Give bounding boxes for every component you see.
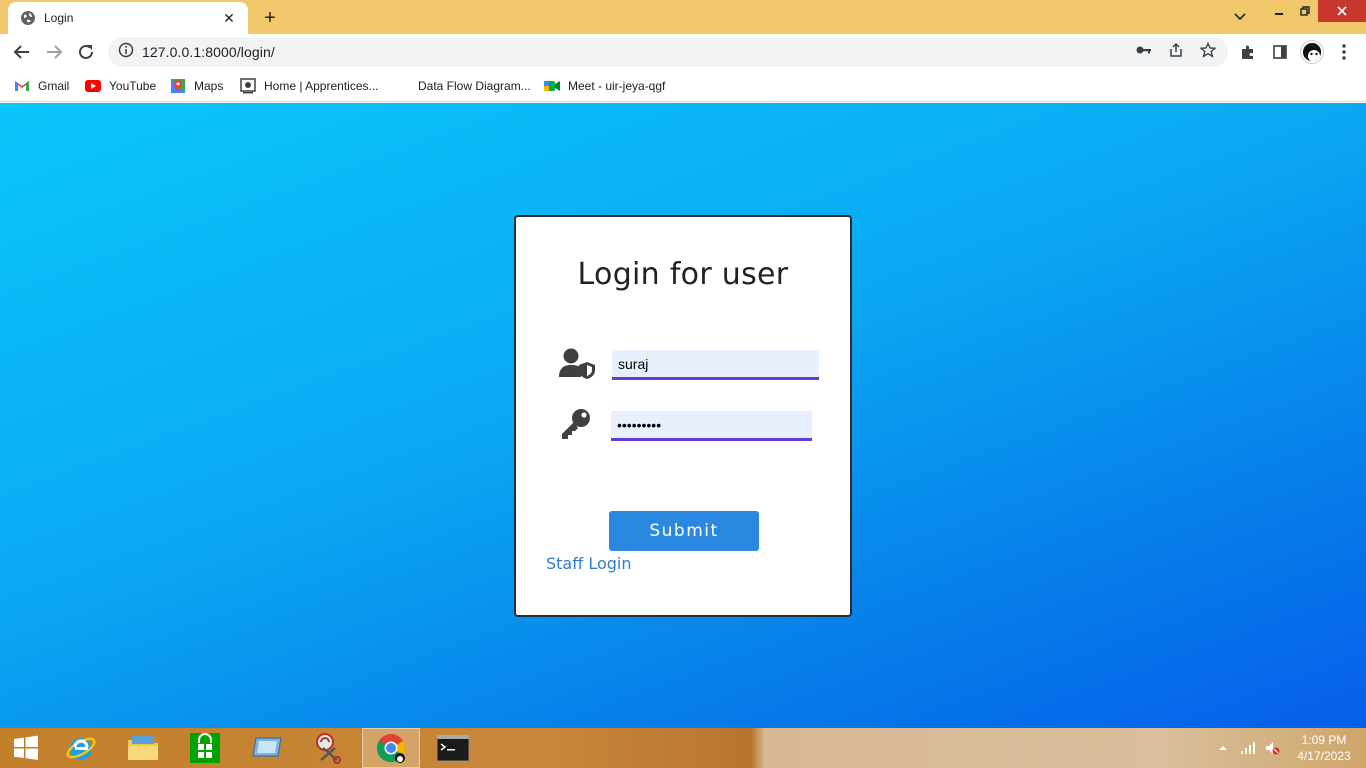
youtube-icon bbox=[85, 78, 101, 94]
windows-taskbar: 1:09 PM 4/17/2023 bbox=[0, 728, 1366, 768]
forward-icon[interactable] bbox=[40, 38, 68, 66]
submit-button[interactable]: Submit bbox=[609, 511, 759, 551]
password-input[interactable] bbox=[611, 411, 812, 441]
username-input[interactable] bbox=[612, 350, 819, 380]
snipping-tool-icon[interactable] bbox=[300, 728, 358, 768]
bookmark-meet[interactable]: Meet - uir-jeya-qgf bbox=[544, 76, 665, 96]
chrome-icon[interactable] bbox=[362, 728, 420, 768]
clock-time: 1:09 PM bbox=[1301, 733, 1347, 747]
volume-muted-icon[interactable] bbox=[1262, 728, 1282, 768]
restore-button[interactable] bbox=[1292, 0, 1318, 22]
taskbar-clock[interactable]: 1:09 PM 4/17/2023 bbox=[1284, 732, 1364, 764]
page-icon bbox=[240, 78, 256, 94]
minimize-button[interactable] bbox=[1266, 0, 1292, 22]
network-signal-icon[interactable] bbox=[1238, 728, 1258, 768]
side-panel-icon[interactable] bbox=[1270, 42, 1290, 62]
bookmarks-bar: Gmail YouTube Maps Home | Apprentices...… bbox=[0, 70, 1366, 102]
close-window-button[interactable] bbox=[1318, 0, 1366, 22]
remote-desktop-icon[interactable] bbox=[238, 728, 296, 768]
new-tab-button[interactable]: + bbox=[258, 6, 282, 30]
windows-start-icon[interactable] bbox=[0, 728, 52, 768]
tab-strip: Login ✕ + bbox=[0, 0, 1366, 34]
page-background: Login for user Submit Staff Login bbox=[0, 103, 1366, 728]
gmail-icon bbox=[14, 78, 30, 94]
back-icon[interactable] bbox=[8, 38, 36, 66]
bookmark-label: YouTube bbox=[109, 79, 157, 93]
profile-avatar[interactable] bbox=[1301, 41, 1323, 63]
bookmark-data-flow[interactable]: Data Flow Diagram... bbox=[394, 76, 531, 96]
show-hidden-icons-icon[interactable] bbox=[1216, 728, 1230, 768]
login-title: Login for user bbox=[577, 257, 789, 292]
bookmark-maps[interactable]: Maps bbox=[170, 76, 223, 96]
user-shield-icon bbox=[557, 345, 597, 381]
staff-login-link[interactable]: Staff Login bbox=[546, 554, 632, 573]
bookmark-label: Gmail bbox=[38, 79, 70, 93]
address-bar[interactable]: 127.0.0.1:8000/login/ bbox=[108, 37, 1228, 67]
browser-tab[interactable]: Login ✕ bbox=[8, 2, 248, 34]
command-prompt-icon[interactable] bbox=[424, 728, 482, 768]
url-text: 127.0.0.1:8000/login/ bbox=[142, 44, 275, 60]
bookmark-gmail[interactable]: Gmail bbox=[14, 76, 69, 96]
bookmark-label: Meet - uir-jeya-qgf bbox=[568, 79, 666, 93]
store-icon[interactable] bbox=[176, 728, 234, 768]
bookmark-label: Maps bbox=[194, 79, 224, 93]
bookmark-apprentices[interactable]: Home | Apprentices... bbox=[240, 76, 379, 96]
globe-icon bbox=[20, 10, 36, 26]
file-explorer-icon[interactable] bbox=[114, 728, 172, 768]
close-tab-icon[interactable]: ✕ bbox=[220, 9, 238, 27]
tab-title: Login bbox=[44, 11, 74, 25]
reload-icon[interactable] bbox=[72, 38, 100, 66]
info-icon[interactable] bbox=[118, 42, 134, 63]
login-card: Login for user Submit Staff Login bbox=[514, 215, 852, 617]
bookmark-youtube[interactable]: YouTube bbox=[85, 76, 156, 96]
maps-icon bbox=[170, 78, 186, 94]
menu-kebab-icon[interactable] bbox=[1334, 42, 1354, 62]
bookmark-label: Home | Apprentices... bbox=[264, 79, 379, 93]
bookmark-star-icon[interactable] bbox=[1199, 41, 1217, 59]
extensions-icon[interactable] bbox=[1238, 42, 1258, 62]
blank-page-icon bbox=[394, 78, 410, 94]
clock-date: 4/17/2023 bbox=[1297, 749, 1351, 763]
share-icon[interactable] bbox=[1167, 41, 1185, 59]
internet-explorer-icon[interactable] bbox=[52, 728, 110, 768]
tab-search-icon[interactable] bbox=[1228, 6, 1252, 28]
key-icon bbox=[556, 406, 596, 442]
bookmark-label: Data Flow Diagram... bbox=[418, 79, 531, 93]
meet-icon bbox=[544, 78, 560, 94]
browser-toolbar: 127.0.0.1:8000/login/ bbox=[0, 34, 1366, 70]
key-icon[interactable] bbox=[1135, 41, 1153, 59]
